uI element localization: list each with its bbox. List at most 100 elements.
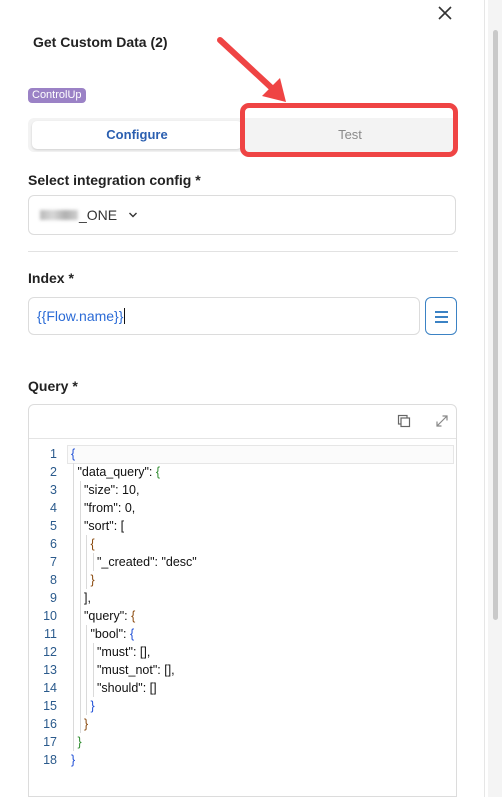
indent-guide	[79, 697, 81, 715]
code-text: }	[90, 573, 95, 587]
index-label: Index *	[28, 270, 74, 286]
line-number: 12	[43, 645, 57, 659]
indent-guide	[73, 463, 74, 481]
code-text: {	[71, 447, 76, 461]
indent-guide	[79, 679, 81, 697]
code-line: 16}	[29, 715, 456, 733]
indent-guide	[73, 481, 74, 499]
indent-guide	[73, 715, 74, 733]
close-icon[interactable]	[436, 4, 454, 22]
indent-guide	[73, 517, 74, 535]
indent-guide	[73, 625, 74, 643]
indent-guide	[86, 571, 87, 589]
indent-guide	[73, 499, 74, 517]
code-text: "sort": [	[84, 519, 125, 533]
code-text: }	[71, 753, 76, 767]
indent-guide	[79, 715, 81, 733]
code-text: "bool": {	[90, 627, 135, 641]
indent-guide	[73, 661, 74, 679]
code-text: }	[77, 735, 82, 749]
scrollbar[interactable]	[488, 0, 502, 797]
query-label: Query *	[28, 378, 78, 394]
indent-guide	[92, 679, 94, 697]
indent-guide	[73, 535, 74, 553]
code-text: }	[90, 699, 95, 713]
indent-guide	[79, 607, 81, 625]
variables-menu-button[interactable]	[425, 297, 457, 335]
code-line: 3 "size": 10,	[29, 481, 456, 499]
code-text: "must": [],	[97, 645, 151, 659]
line-number: 9	[50, 591, 57, 605]
indent-guide	[86, 697, 87, 715]
expand-icon[interactable]	[435, 414, 449, 428]
code-line: 11 "bool": {	[29, 625, 456, 643]
code-line: 15}	[29, 697, 456, 715]
line-number: 8	[50, 573, 57, 587]
indent-guide	[79, 481, 81, 499]
code-line: 4 "from": 0,	[29, 499, 456, 517]
indent-guide	[79, 535, 81, 553]
line-number: 5	[50, 519, 57, 533]
line-number: 17	[43, 735, 57, 749]
line-number: 3	[50, 483, 57, 497]
test-tab-highlight	[240, 103, 458, 157]
code-line: 7 "_created": "desc"	[29, 553, 456, 571]
code-area[interactable]: 1{2 "data_query": {3 "size": 10, 4 "from": 0…	[29, 445, 456, 769]
line-number: 1	[50, 447, 57, 461]
indent-guide	[92, 661, 94, 679]
code-line: 5 "sort": [	[29, 517, 456, 535]
integration-config-label: Select integration config *	[28, 172, 201, 188]
indent-guide	[79, 499, 81, 517]
indent-guide	[92, 553, 94, 571]
code-text: "from": 0,	[84, 501, 136, 515]
text-caret	[124, 308, 126, 324]
code-line: 13 "must_not": [],	[29, 661, 456, 679]
indent-guide	[73, 571, 74, 589]
code-text: "query": {	[84, 609, 136, 623]
index-value: {{Flow.name}}	[37, 308, 126, 324]
tab-configure[interactable]: Configure	[32, 121, 242, 149]
indent-guide	[73, 607, 74, 625]
indent-guide	[86, 535, 87, 553]
indent-guide	[73, 553, 74, 571]
code-text: ],	[84, 591, 91, 605]
indent-guide	[86, 679, 87, 697]
indent-guide	[79, 661, 81, 679]
editor-toolbar	[29, 405, 456, 439]
indent-guide	[79, 553, 81, 571]
code-line: 10 "query": {	[29, 607, 456, 625]
integration-config-value: _ONE	[79, 207, 118, 223]
copy-icon[interactable]	[397, 414, 411, 428]
line-number: 16	[43, 717, 57, 731]
indent-guide	[73, 733, 74, 751]
integration-badge: ControlUp	[28, 88, 86, 103]
chevron-down-icon	[129, 212, 137, 218]
line-number: 4	[50, 501, 57, 515]
query-editor[interactable]: 1{2 "data_query": {3 "size": 10, 4 "from": 0…	[28, 404, 457, 797]
code-text: }	[84, 717, 89, 731]
code-text: "_created": "desc"	[97, 555, 197, 569]
indent-guide	[73, 589, 74, 607]
integration-config-select[interactable]: _ONE	[28, 195, 456, 235]
code-line: 1{	[29, 445, 456, 464]
indent-guide	[86, 643, 87, 661]
code-line: 6{	[29, 535, 456, 553]
section-divider	[28, 251, 458, 252]
side-panel: Get Custom Data (2) ControlUp Configure …	[0, 0, 485, 797]
indent-guide	[86, 625, 87, 643]
line-number: 13	[43, 663, 57, 677]
line-number: 15	[43, 699, 57, 713]
indent-guide	[79, 517, 81, 535]
scrollbar-thumb[interactable]	[493, 30, 498, 620]
code-line: 9],	[29, 589, 456, 607]
indent-guide	[86, 553, 87, 571]
code-line: 14 "should": []	[29, 679, 456, 697]
index-input[interactable]: {{Flow.name}}	[28, 297, 420, 335]
line-number: 18	[43, 753, 57, 767]
indent-guide	[79, 643, 81, 661]
code-text: "size": 10,	[84, 483, 140, 497]
indent-guide	[79, 571, 81, 589]
indent-guide	[79, 589, 81, 607]
code-line: 17}	[29, 733, 456, 751]
code-line: 8}	[29, 571, 456, 589]
